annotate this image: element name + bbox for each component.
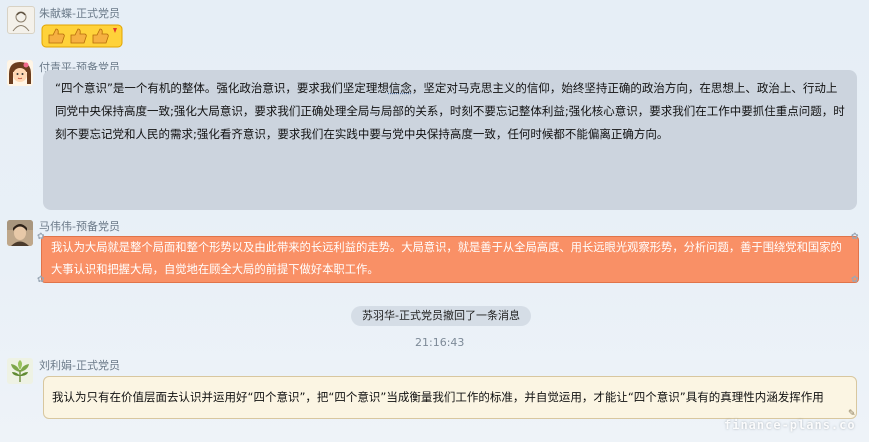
bubble-corner-ornament-icon: ✿ [851,232,859,242]
message-text-underlined: 信念 [388,81,412,95]
flower-avatar-icon [7,358,33,384]
message-text: 我认为大局就是整个局面和整个形势以及由此带来的长远利益的走势。大局意识，就是善于… [51,241,842,276]
bubble-corner-ornament-icon: ✿ [37,275,45,285]
chat-window: { "messages": [ { "sender": "朱献蝶-正式党员", … [0,0,869,442]
recall-notice: 苏羽华-正式党员撤回了一条消息 [351,306,531,326]
timestamp: 21:16:43 [415,336,465,349]
photo-avatar-icon [7,220,33,246]
sender-name[interactable]: 马伟伟-预备党员 [39,218,120,234]
avatar-zhu[interactable] [7,6,35,34]
cartoon-girl-avatar-icon [7,60,33,86]
sender-name[interactable]: 朱献蝶-正式党员 [39,5,120,21]
message-text: “四个意识”是一个有机的整体。强化政治意识，要求我们坚定理想 [55,81,389,95]
message-bubble[interactable]: 我认为大局就是整个局面和整个形势以及由此带来的长远利益的走势。大局意识，就是善于… [41,236,859,283]
avatar-fu[interactable] [7,60,33,86]
thumbs-up-emoji-icon [41,24,123,48]
bubble-corner-ornament-icon: ✿ [37,232,45,242]
message-bubble[interactable]: “四个意识”是一个有机的整体。强化政治意识，要求我们坚定理想信念，坚定对马克思主… [43,70,857,210]
bubble-corner-ornament-icon: ✿ [851,275,859,285]
sender-name[interactable]: 刘利娟-正式党员 [39,357,120,373]
sketch-avatar-icon [12,11,30,32]
message-bubble[interactable]: 我认为只有在价值层面去认识并运用好“四个意识”，把“四个意识”当成衡量我们工作的… [43,376,857,419]
avatar-liu[interactable] [7,358,33,384]
watermark: finance-plans.co [724,418,856,432]
avatar-ma[interactable] [7,220,33,246]
message-text: 我认为只有在价值层面去认识并运用好“四个意识”，把“四个意识”当成衡量我们工作的… [52,390,824,404]
